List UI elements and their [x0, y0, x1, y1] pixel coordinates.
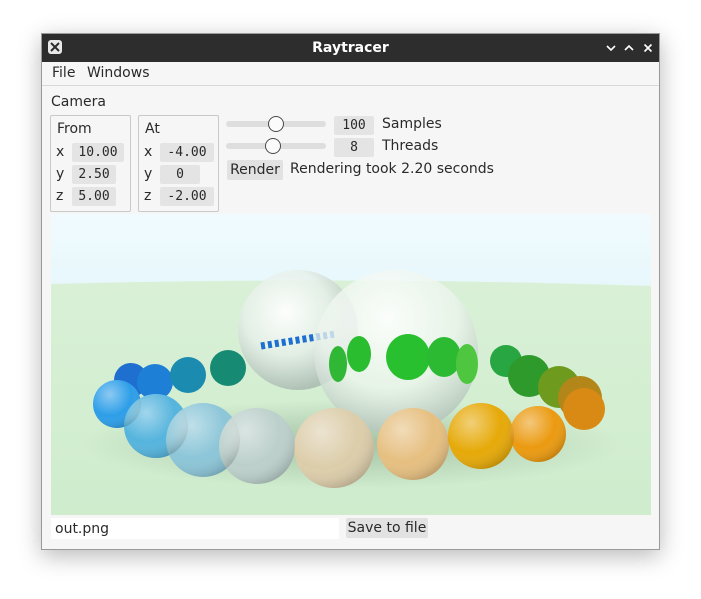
camera-from-group: From x 10.00 y 2.50 z 5.00 — [50, 115, 131, 212]
axis-label-y: y — [144, 166, 153, 182]
from-x-field[interactable]: 10.00 — [72, 143, 124, 162]
save-to-file-button[interactable]: Save to file — [346, 518, 428, 538]
axis-label-z: z — [56, 188, 64, 204]
samples-slider[interactable] — [226, 116, 326, 132]
render-button[interactable]: Render — [227, 160, 283, 180]
minimize-chevron-down-icon[interactable] — [603, 40, 619, 56]
axis-label-z: z — [144, 188, 152, 204]
at-y-field[interactable]: 0 — [160, 165, 200, 184]
from-title: From — [57, 121, 92, 137]
axis-label-x: x — [144, 144, 153, 160]
menu-windows[interactable]: Windows — [87, 65, 150, 81]
camera-at-group: At x -4.00 y 0 z -2.00 — [138, 115, 219, 212]
from-z-field[interactable]: 5.00 — [72, 187, 116, 206]
at-title: At — [145, 121, 160, 137]
at-z-field[interactable]: -2.00 — [160, 187, 214, 206]
from-y-field[interactable]: 2.50 — [72, 165, 116, 184]
close-window-icon[interactable] — [640, 40, 656, 56]
render-viewport — [51, 214, 651, 515]
at-x-field[interactable]: -4.00 — [160, 143, 214, 162]
axis-label-y: y — [56, 166, 65, 182]
app-window: Raytracer File Windows Camera From x 10.… — [41, 33, 660, 550]
window-title: Raytracer — [312, 40, 389, 56]
maximize-chevron-up-icon[interactable] — [621, 40, 637, 56]
samples-value-field[interactable]: 100 — [334, 116, 374, 135]
samples-label: Samples — [382, 116, 442, 132]
threads-value-field[interactable]: 8 — [334, 138, 374, 157]
axis-label-x: x — [56, 144, 65, 160]
samples-slider-thumb[interactable] — [268, 116, 284, 132]
menu-bar: File Windows — [42, 62, 659, 86]
render-status: Rendering took 2.20 seconds — [290, 161, 494, 177]
output-filename-input[interactable] — [51, 518, 339, 539]
rendered-scene-image — [51, 214, 651, 515]
threads-label: Threads — [382, 138, 439, 154]
title-bar[interactable]: Raytracer — [42, 34, 659, 62]
threads-slider[interactable] — [226, 138, 326, 154]
threads-slider-thumb[interactable] — [265, 138, 281, 154]
camera-label: Camera — [51, 94, 106, 110]
menu-file[interactable]: File — [52, 65, 75, 81]
